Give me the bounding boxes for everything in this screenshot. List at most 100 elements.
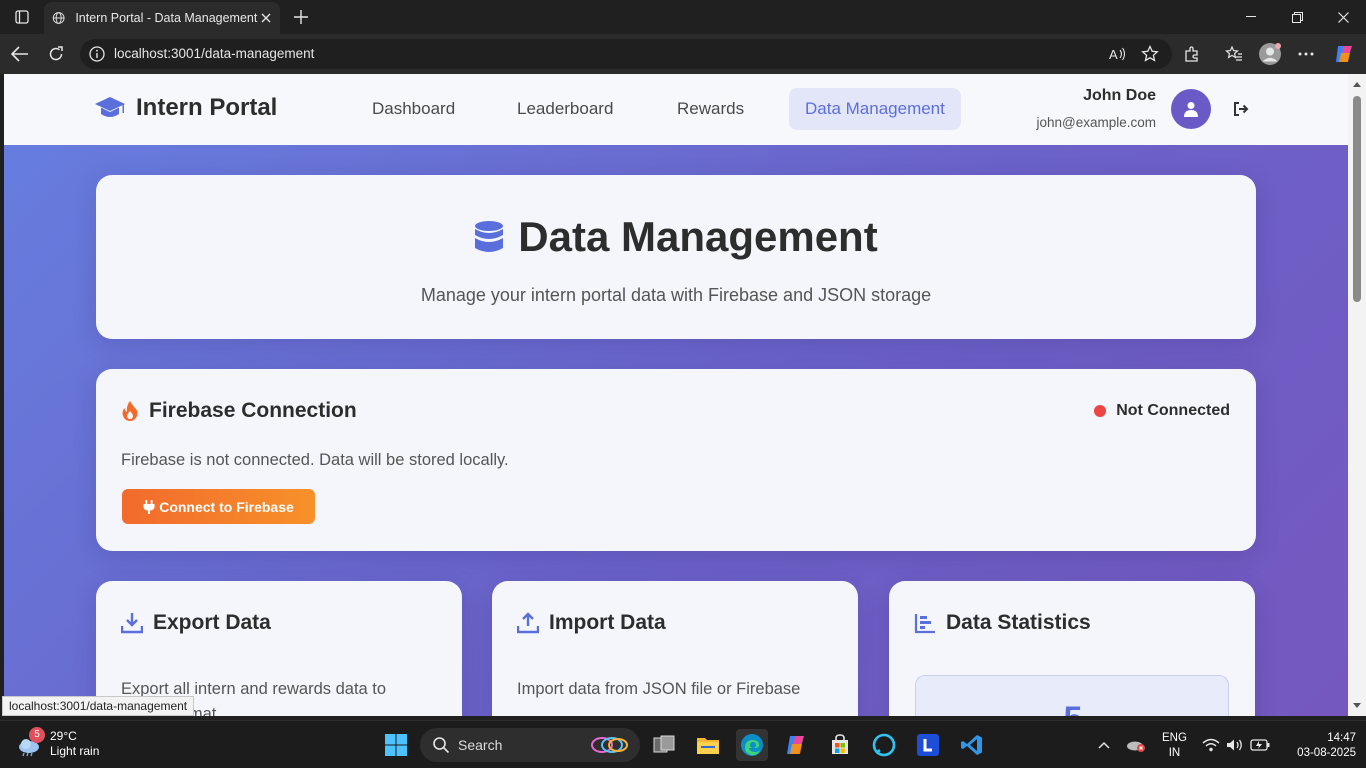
data-statistics-card: Data Statistics 5 bbox=[889, 581, 1255, 716]
logout-icon[interactable] bbox=[1232, 100, 1250, 118]
svg-text:A: A bbox=[1109, 47, 1118, 61]
volume-icon[interactable] bbox=[1224, 721, 1246, 768]
weather-cloud-icon: 5 bbox=[16, 727, 45, 757]
language-code: ENG bbox=[1162, 732, 1187, 744]
back-icon[interactable] bbox=[6, 40, 34, 68]
clock-date: 03-08-2025 bbox=[1297, 747, 1356, 759]
weather-badge: 5 bbox=[29, 727, 45, 743]
page-header-card: Data Management Manage your intern porta… bbox=[96, 175, 1256, 339]
start-menu-icon[interactable] bbox=[380, 729, 412, 761]
more-options-icon[interactable] bbox=[1292, 40, 1320, 68]
export-header: Export Data bbox=[121, 611, 271, 635]
database-icon bbox=[475, 221, 504, 252]
favorite-star-icon[interactable] bbox=[1140, 44, 1160, 64]
bar-chart-icon bbox=[914, 614, 935, 634]
brand-name: Intern Portal bbox=[136, 94, 278, 121]
weather-widget[interactable]: 5 29°C Light rain bbox=[16, 727, 100, 759]
user-icon bbox=[1184, 102, 1198, 117]
firebase-title: Firebase Connection bbox=[149, 399, 357, 422]
refresh-icon[interactable] bbox=[42, 40, 70, 68]
taskbar-search[interactable]: Search bbox=[420, 728, 640, 762]
import-description: Import data from JSON file or Firebase bbox=[517, 680, 801, 698]
vscode-icon[interactable] bbox=[956, 729, 988, 761]
site-info-icon[interactable] bbox=[88, 45, 106, 63]
page-title-text: Data Management bbox=[518, 213, 878, 260]
system-clock[interactable]: 14:47 03-08-2025 bbox=[1288, 731, 1356, 761]
favorites-icon[interactable] bbox=[1220, 40, 1248, 68]
wifi-icon[interactable] bbox=[1200, 721, 1222, 768]
plug-icon bbox=[143, 499, 155, 514]
alexa-icon[interactable] bbox=[868, 729, 900, 761]
tab-actions-icon[interactable] bbox=[4, 0, 40, 34]
browser-tab-bar: Intern Portal - Data Management bbox=[0, 0, 1366, 34]
close-window-icon[interactable] bbox=[1320, 0, 1366, 34]
edge-browser-icon[interactable] bbox=[736, 729, 768, 761]
microsoft-store-icon[interactable] bbox=[824, 729, 856, 761]
task-view-icon[interactable] bbox=[648, 729, 680, 761]
import-title: Import Data bbox=[549, 611, 666, 634]
search-highlight-icon bbox=[591, 737, 628, 753]
nav-link-data-management[interactable]: Data Management bbox=[789, 88, 961, 130]
file-explorer-icon[interactable] bbox=[692, 729, 724, 761]
link-status-bubble: localhost:3001/data-management bbox=[2, 696, 195, 716]
battery-icon[interactable] bbox=[1248, 721, 1272, 768]
clock-time: 14:47 bbox=[1327, 732, 1356, 744]
connect-firebase-button[interactable]: Connect to Firebase bbox=[122, 489, 315, 524]
tab-close-icon[interactable] bbox=[257, 8, 274, 28]
page-title: Data Management bbox=[96, 213, 1256, 261]
page-scrollbar[interactable] bbox=[1348, 74, 1366, 716]
extensions-icon[interactable] bbox=[1178, 40, 1206, 68]
nav-link-leaderboard[interactable]: Leaderboard bbox=[501, 88, 629, 130]
search-icon bbox=[433, 737, 450, 754]
input-language[interactable]: ENG IN bbox=[1162, 731, 1187, 761]
region-code: IN bbox=[1168, 747, 1181, 759]
status-text: Not Connected bbox=[1116, 402, 1230, 419]
browser-toolbar: localhost:3001/data-management A bbox=[0, 34, 1366, 74]
profile-avatar-icon[interactable] bbox=[1256, 40, 1284, 68]
copilot-app-icon[interactable] bbox=[780, 729, 812, 761]
read-aloud-icon[interactable]: A bbox=[1108, 44, 1128, 64]
nav-link-rewards[interactable]: Rewards bbox=[661, 88, 760, 130]
fire-icon bbox=[122, 401, 138, 421]
user-email: john@example.com bbox=[1036, 115, 1156, 130]
connection-status: Not Connected bbox=[1094, 402, 1230, 420]
new-tab-icon[interactable] bbox=[290, 6, 312, 28]
tab-title: Intern Portal - Data Management bbox=[75, 11, 258, 25]
scrollbar-thumb[interactable] bbox=[1353, 96, 1361, 302]
scroll-up-arrow-icon[interactable] bbox=[1352, 80, 1362, 90]
page-viewport: Intern Portal Dashboard Leaderboard Rewa… bbox=[4, 74, 1348, 716]
url-text: localhost:3001/data-management bbox=[114, 46, 315, 61]
firebase-message: Firebase is not connected. Data will be … bbox=[121, 451, 509, 469]
weather-description: Light rain bbox=[50, 744, 100, 758]
status-dot bbox=[1094, 405, 1107, 417]
app-navbar: Intern Portal Dashboard Leaderboard Rewa… bbox=[4, 74, 1348, 145]
nav-link-dashboard[interactable]: Dashboard bbox=[356, 88, 471, 130]
browser-tab-active[interactable]: Intern Portal - Data Management bbox=[44, 2, 280, 34]
onedrive-icon[interactable] bbox=[1124, 721, 1148, 768]
l-app-icon[interactable] bbox=[912, 729, 944, 761]
firebase-header: Firebase Connection bbox=[121, 399, 357, 423]
windows-taskbar: 5 29°C Light rain Search ENG IN 14:47 03… bbox=[0, 720, 1366, 768]
search-label: Search bbox=[458, 737, 503, 753]
page-subtitle: Manage your intern portal data with Fire… bbox=[420, 285, 932, 305]
weather-temperature: 29°C bbox=[50, 729, 77, 743]
stats-header: Data Statistics bbox=[914, 611, 1091, 635]
brand[interactable]: Intern Portal bbox=[94, 94, 277, 122]
globe-icon bbox=[52, 12, 65, 24]
restore-icon[interactable] bbox=[1274, 0, 1320, 34]
show-hidden-icons[interactable] bbox=[1094, 721, 1114, 768]
stat-value: 5 bbox=[916, 700, 1230, 716]
firebase-connection-card: Firebase Connection Not Connected Fireba… bbox=[96, 369, 1256, 551]
connect-firebase-label: Connect to Firebase bbox=[159, 498, 294, 515]
minimize-icon[interactable] bbox=[1228, 0, 1274, 34]
user-name: John Doe bbox=[1083, 87, 1156, 104]
address-bar[interactable]: localhost:3001/data-management A bbox=[80, 39, 1172, 69]
stat-box: 5 bbox=[915, 675, 1229, 716]
scroll-down-arrow-icon[interactable] bbox=[1352, 700, 1362, 710]
download-icon bbox=[121, 613, 143, 634]
copilot-icon[interactable] bbox=[1330, 40, 1358, 68]
import-data-card: Import Data Import data from JSON file o… bbox=[492, 581, 858, 716]
import-header: Import Data bbox=[517, 611, 666, 635]
user-avatar[interactable] bbox=[1171, 89, 1211, 129]
export-title: Export Data bbox=[153, 611, 271, 634]
